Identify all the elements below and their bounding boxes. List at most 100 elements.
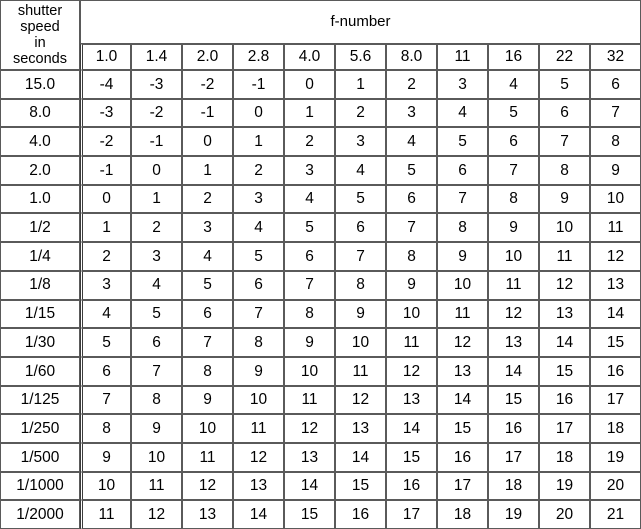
exposure-value-cell: 6 [539,98,590,128]
exposure-value-cell: 1 [131,184,182,214]
exposure-value-cell: 18 [590,414,641,443]
table-row: 1/1000 10 11 12 13 14 15 16 17 18 19 20 [0,471,641,501]
exposure-value-cell: 7 [437,184,488,214]
exposure-value-cell: 19 [590,442,641,472]
exposure-value-cell: 5 [80,328,131,357]
shutter-speed-row-label: 1/30 [0,328,80,357]
f-number-group-header: f-number [80,0,641,44]
exposure-value-cell: 7 [539,127,590,157]
exposure-value-cell: 17 [386,500,437,529]
exposure-value-cell: 4 [284,184,335,214]
exposure-value-cell: 15 [488,385,539,415]
exposure-value-cell: 13 [386,385,437,415]
exposure-value-cell: 0 [233,98,284,128]
exposure-value-cell: 5 [488,98,539,128]
table-row: 4.0 -2 -1 0 1 2 3 4 5 6 7 8 [0,127,641,157]
exposure-value-cell: 15 [335,471,386,501]
exposure-value-cell: 18 [488,471,539,501]
exposure-value-cell: 11 [437,299,488,329]
f-number-column-header: 8.0 [386,44,437,70]
f-number-column-header: 22 [539,44,590,70]
exposure-value-cell: 13 [590,270,641,300]
exposure-value-cell: 7 [590,98,641,128]
shutter-speed-row-label: 4.0 [0,127,80,157]
exposure-value-cell: 9 [131,414,182,443]
exposure-value-cell: 5 [284,213,335,243]
exposure-value-cell: 15 [437,414,488,443]
exposure-value-cell: -1 [182,98,233,128]
exposure-value-cell: 10 [335,328,386,357]
exposure-value-cell: 9 [590,156,641,185]
exposure-value-cell: 4 [233,213,284,243]
exposure-value-cell: 6 [335,213,386,243]
exposure-value-cell: 1 [284,98,335,128]
shutter-speed-row-label: 1/125 [0,385,80,415]
exposure-value-cell: 9 [539,184,590,214]
stub-line-1: shutter [17,2,63,19]
exposure-value-cell: 8 [131,385,182,415]
exposure-value-cell: 11 [539,242,590,271]
exposure-value-cell: 2 [182,184,233,214]
exposure-value-cell: 12 [488,299,539,329]
exposure-value-cell: 17 [437,471,488,501]
exposure-value-cell: 13 [284,442,335,472]
shutter-speed-row-label: 1/60 [0,356,80,386]
exposure-value-cell: 21 [590,500,641,529]
exposure-value-cell: 4 [386,127,437,157]
exposure-value-cell: 1 [233,127,284,157]
table-row: 15.0 -4 -3 -2 -1 0 1 2 3 4 5 6 [0,70,641,99]
exposure-value-cell: 10 [182,414,233,443]
exposure-value-cell: 9 [437,242,488,271]
exposure-value-cell: 6 [284,242,335,271]
exposure-value-cell: 16 [488,414,539,443]
exposure-value-cell: 16 [539,385,590,415]
exposure-value-cell: 17 [539,414,590,443]
exposure-value-cell: 11 [590,213,641,243]
exposure-value-cell: 13 [488,328,539,357]
shutter-speed-row-label: 1/4 [0,242,80,271]
exposure-value-cell: 4 [437,98,488,128]
exposure-value-cell: 4 [182,242,233,271]
table-row: 1/15 4 5 6 7 8 9 10 11 12 13 14 [0,299,641,329]
exposure-value-cell: 9 [386,270,437,300]
table-body: 15.0 -4 -3 -2 -1 0 1 2 3 4 5 6 8.0 -3 -2 -1 0 1 2 3 4 5 6 7 4.0-… [0,70,641,529]
exposure-value-cell: 11 [131,471,182,501]
exposure-value-cell: 5 [182,270,233,300]
exposure-value-cell: 8 [539,156,590,185]
exposure-value-cell: 17 [590,385,641,415]
f-number-column-header: 16 [488,44,539,70]
exposure-value-cell: 12 [386,356,437,386]
exposure-value-cell: 14 [488,356,539,386]
table-row: 1/2 1 2 3 4 5 6 7 8 9 10 11 [0,213,641,243]
exposure-value-cell: 3 [386,98,437,128]
exposure-value-cell: 12 [233,442,284,472]
f-number-column-header: 1.4 [131,44,182,70]
shutter-speed-row-label: 1/2 [0,213,80,243]
shutter-speed-row-label: 1/1000 [0,471,80,501]
exposure-value-cell: 11 [233,414,284,443]
stub-line-3: in [34,35,46,51]
exposure-value-cell: 3 [284,156,335,185]
table-head: shutter speed in seconds f-number 1.0 1.4… [0,0,641,70]
f-number-column-header: 11 [437,44,488,70]
exposure-value-cell: 16 [335,500,386,529]
exposure-value-cell: 3 [182,213,233,243]
exposure-value-cell: 16 [386,471,437,501]
exposure-value-cell: 2 [80,242,131,271]
exposure-value-cell: 2 [284,127,335,157]
exposure-value-cell: 10 [131,442,182,472]
exposure-value-cell: 12 [437,328,488,357]
exposure-value-cell: 19 [488,500,539,529]
exposure-value-cell: 12 [590,242,641,271]
exposure-value-cell: 5 [539,70,590,99]
exposure-value-cell: 14 [539,328,590,357]
exposure-value-cell: 10 [590,184,641,214]
exposure-value-cell: 2 [131,213,182,243]
exposure-value-cell: 6 [233,270,284,300]
exposure-value-cell: 8 [335,270,386,300]
shutter-speed-row-label: 1/250 [0,414,80,443]
exposure-value-cell: 4 [488,70,539,99]
exposure-value-cell: 6 [182,299,233,329]
exposure-value-cell: 8 [80,414,131,443]
exposure-value-cell: 13 [182,500,233,529]
